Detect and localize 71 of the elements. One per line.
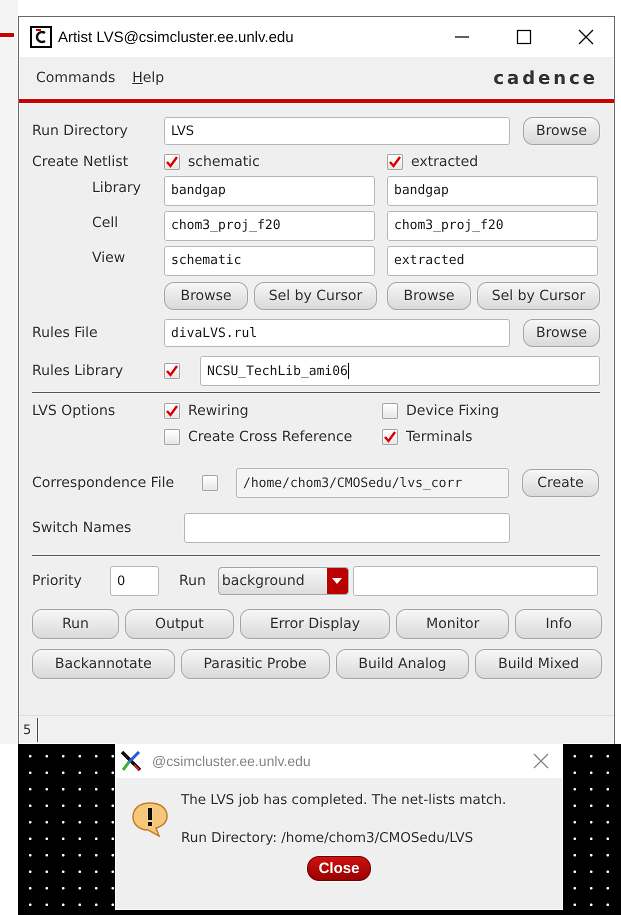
input-field[interactable]: bandgap: [387, 176, 598, 206]
button[interactable]: Parasitic Probe: [180, 649, 330, 679]
checkbox[interactable]: [164, 363, 180, 379]
button[interactable]: Monitor: [396, 609, 510, 639]
checkbox-label: Create Cross Reference: [188, 429, 352, 445]
input-field[interactable]: schematic: [164, 246, 375, 276]
browse-button[interactable]: Browse: [523, 117, 600, 145]
app-icon: [30, 26, 52, 48]
dialog-detail: Run Directory: /home/chom3/CMOSedu/LVS: [181, 830, 474, 846]
logo: cadence: [493, 68, 598, 88]
button[interactable]: Output: [124, 609, 234, 639]
close-icon[interactable]: [578, 29, 594, 45]
window-title: Artist LVS@csimcluster.ee.unlv.edu: [58, 28, 294, 46]
close-button[interactable]: Close: [306, 856, 372, 881]
input-field[interactable]: NCSU_TechLib_ami06: [200, 356, 600, 386]
status-line: 5: [19, 718, 38, 742]
menu-item[interactable]: Commands: [36, 70, 116, 86]
checkbox-label: extracted: [411, 154, 478, 170]
checkbox[interactable]: [382, 429, 398, 445]
field-label: Library: [91, 180, 142, 198]
input-field[interactable]: [184, 513, 510, 543]
field-label: Switch Names: [32, 520, 132, 536]
field-label: Correspondence File: [32, 475, 176, 491]
input-field[interactable]: LVS: [164, 117, 510, 145]
button[interactable]: Browse: [164, 282, 248, 310]
field-label: Rules Library: [32, 363, 124, 379]
button[interactable]: Build Mixed: [475, 649, 602, 679]
input-field[interactable]: chom3_proj_f20: [387, 210, 598, 240]
maximize-icon[interactable]: [516, 29, 532, 45]
checkbox[interactable]: [164, 154, 180, 170]
input-field[interactable]: chom3_proj_f20: [164, 210, 375, 240]
field-label: LVS Options: [32, 403, 116, 419]
browse-button[interactable]: Browse: [523, 319, 600, 347]
checkbox[interactable]: [164, 403, 180, 419]
input-field[interactable]: 0: [110, 566, 159, 596]
field-label: View: [91, 250, 126, 268]
field-label: Run: [179, 573, 206, 589]
input-field[interactable]: extracted: [387, 246, 598, 276]
field-label: Priority: [32, 573, 83, 589]
button[interactable]: Run: [32, 609, 119, 639]
checkbox-label: Terminals: [406, 429, 472, 445]
button[interactable]: Info: [515, 609, 602, 639]
warning-icon: [131, 800, 169, 838]
checkbox-label: schematic: [188, 154, 260, 170]
input-field[interactable]: /home/chom3/CMOSedu/lvs_corr: [236, 468, 509, 498]
checkbox[interactable]: [382, 403, 398, 419]
button[interactable]: Sel by Cursor: [254, 282, 377, 310]
run-mode-dropdown[interactable]: background: [218, 567, 349, 595]
input-field[interactable]: [352, 566, 598, 596]
dropdown-arrow-icon: [332, 578, 342, 584]
checkbox-label: Rewiring: [188, 403, 248, 419]
input-field[interactable]: divaLVS.rul: [164, 319, 510, 347]
checkbox[interactable]: [202, 475, 218, 491]
button[interactable]: Build Analog: [336, 649, 470, 679]
checkbox-label: Device Fixing: [406, 403, 500, 419]
field-label: Create Netlist: [32, 154, 130, 170]
create-button[interactable]: Create: [522, 469, 599, 497]
checkbox[interactable]: [164, 429, 180, 445]
button[interactable]: Error Display: [240, 609, 390, 639]
menu-item[interactable]: Help: [132, 70, 164, 86]
button[interactable]: Sel by Cursor: [477, 282, 600, 310]
dialog-message: The LVS job has completed. The net-lists match.: [181, 792, 506, 808]
field-label: Rules File: [32, 325, 99, 341]
button[interactable]: Backannotate: [32, 649, 175, 679]
input-field[interactable]: bandgap: [164, 176, 375, 206]
button[interactable]: Browse: [387, 282, 471, 310]
checkbox[interactable]: [387, 154, 403, 170]
field-label: Run Directory: [32, 123, 129, 139]
x-logo-icon: [120, 751, 142, 771]
dialog-title: @csimcluster.ee.unlv.edu: [152, 753, 311, 769]
field-label: Cell: [91, 214, 120, 232]
